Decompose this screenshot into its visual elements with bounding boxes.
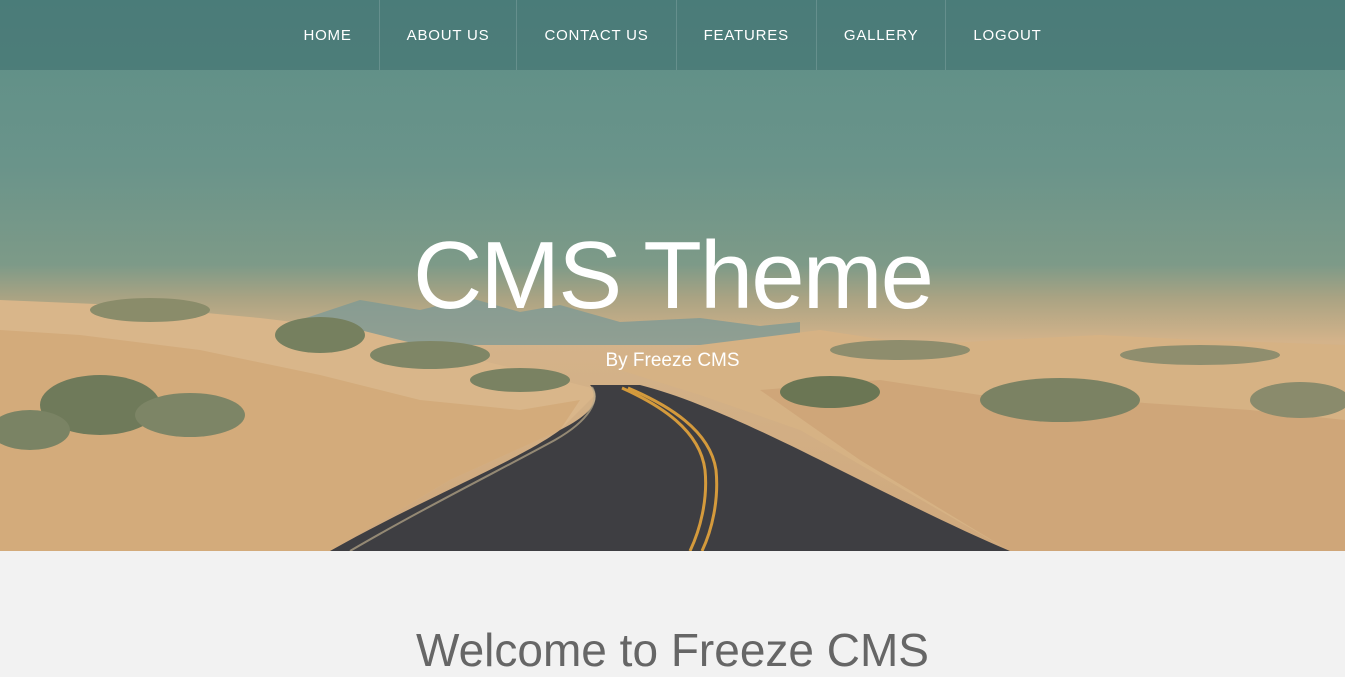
nav-item-logout[interactable]: LOGOUT bbox=[946, 0, 1068, 70]
nav-item-label: FEATURES bbox=[703, 26, 789, 44]
main-content: Welcome to Freeze CMS bbox=[0, 551, 1345, 676]
nav-item-label: HOME bbox=[303, 26, 352, 44]
nav-item-gallery[interactable]: GALLERY bbox=[817, 0, 947, 70]
nav-item-features[interactable]: FEATURES bbox=[677, 0, 817, 70]
hero-banner: HOME ABOUT US CONTACT US FEATURES GALLER… bbox=[0, 0, 1345, 551]
top-navigation: HOME ABOUT US CONTACT US FEATURES GALLER… bbox=[0, 0, 1345, 70]
welcome-heading: Welcome to Freeze CMS bbox=[416, 624, 929, 676]
nav-item-label: GALLERY bbox=[843, 26, 919, 44]
nav-item-label: CONTACT US bbox=[544, 26, 649, 44]
hero-title: CMS Theme bbox=[412, 222, 934, 329]
hero-subtitle: By Freeze CMS bbox=[605, 350, 740, 371]
nav-item-home[interactable]: HOME bbox=[276, 0, 380, 70]
nav-item-label: ABOUT US bbox=[406, 26, 490, 44]
nav-item-label: LOGOUT bbox=[973, 26, 1042, 44]
nav-item-about-us[interactable]: ABOUT US bbox=[380, 0, 518, 70]
nav-item-contact-us[interactable]: CONTACT US bbox=[517, 0, 677, 70]
